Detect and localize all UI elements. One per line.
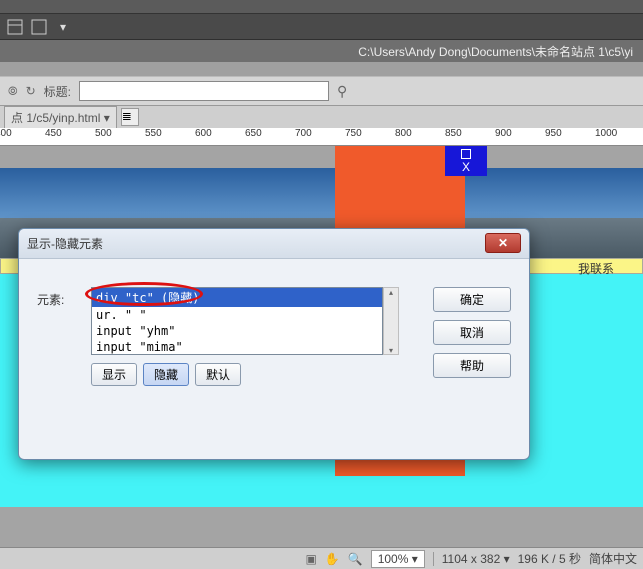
handle-x-label: X <box>462 160 470 174</box>
ruler-tick: 500 <box>95 128 112 139</box>
zoom-select[interactable]: 100% ▾ <box>371 550 425 568</box>
close-icon: ✕ <box>498 236 508 250</box>
list-item[interactable]: input "mima" <box>92 339 382 355</box>
layout-icon[interactable] <box>6 18 24 36</box>
list-item[interactable]: ur. " " <box>92 307 382 323</box>
ruler-tick: 450 <box>45 128 62 139</box>
dimensions-label: 1104 x 382 ▾ <box>442 552 510 566</box>
cancel-button[interactable]: 取消 <box>433 320 511 345</box>
default-button[interactable]: 默认 <box>195 363 241 386</box>
options-icon[interactable]: ≣ <box>121 108 139 126</box>
scroll-down-icon[interactable]: ▾ <box>384 346 398 354</box>
nav-contact-label: 我联系 <box>578 260 614 277</box>
ruler-tick: 700 <box>295 128 312 139</box>
close-handle[interactable]: X <box>445 146 487 176</box>
dialog-titlebar[interactable]: 显示-隐藏元素 ✕ <box>19 229 529 259</box>
icon-toolbar: ▾ <box>0 14 643 40</box>
wand-icon[interactable]: ⚲ <box>337 83 347 100</box>
ruler-tick: 400 <box>0 128 12 139</box>
property-toolbar: ⦾ ↻ 标题: ⚲ <box>0 76 643 106</box>
horizontal-ruler: 400 450 500 550 600 650 700 750 800 850 900 950 1000 <box>0 128 643 146</box>
size-time-label: 196 K / 5 秒 <box>518 550 581 567</box>
title-label: 标题: <box>44 83 71 100</box>
window-icon[interactable] <box>30 18 48 36</box>
help-button[interactable]: 帮助 <box>433 353 511 378</box>
ruler-tick: 950 <box>545 128 562 139</box>
ruler-tick: 750 <box>345 128 362 139</box>
ok-button[interactable]: 确定 <box>433 287 511 312</box>
status-bar: ▣ ✋ 🔍 100% ▾ 1104 x 382 ▾ 196 K / 5 秒 简体… <box>0 547 643 569</box>
ruler-tick: 900 <box>495 128 512 139</box>
dialog-close-button[interactable]: ✕ <box>485 233 521 253</box>
document-tab-row: 点 1/c5/yinp.html ▾ ≣ <box>0 106 643 128</box>
ruler-tick: 650 <box>245 128 262 139</box>
dialog-body: 元素: div "tc" (隐藏) ur. " " input "yhm" in… <box>19 259 529 459</box>
zoom-icon[interactable]: 🔍 <box>348 552 363 566</box>
title-input[interactable] <box>79 81 329 101</box>
hide-button[interactable]: 隐藏 <box>143 363 189 386</box>
list-item[interactable]: input "yhm" <box>92 323 382 339</box>
inspect-icon[interactable]: ⦾ <box>8 84 18 99</box>
ruler-tick: 1000 <box>595 128 617 139</box>
list-item[interactable]: div "tc" (隐藏) <box>92 288 382 307</box>
hand-icon[interactable]: ✋ <box>325 552 340 566</box>
document-path: C:\Users\Andy Dong\Documents\未命名站点 1\c5\… <box>358 43 633 60</box>
dialog-right-buttons: 确定 取消 帮助 <box>433 287 511 378</box>
element-listbox[interactable]: div "tc" (隐藏) ur. " " input "yhm" input … <box>91 287 383 355</box>
divider <box>433 552 434 566</box>
list-scrollbar[interactable]: ▴ ▾ <box>383 287 399 355</box>
ruler-tick: 600 <box>195 128 212 139</box>
ruler-tick: 550 <box>145 128 162 139</box>
ruler-tick: 800 <box>395 128 412 139</box>
document-path-bar: C:\Users\Andy Dong\Documents\未命名站点 1\c5\… <box>0 40 643 62</box>
document-tab[interactable]: 点 1/c5/yinp.html ▾ <box>4 106 117 129</box>
pointer-icon[interactable]: ▣ <box>305 552 316 566</box>
action-button-row: 显示 隐藏 默认 <box>91 363 241 386</box>
dropdown-icon[interactable]: ▾ <box>54 18 72 36</box>
dialog-title: 显示-隐藏元素 <box>27 235 103 252</box>
show-button[interactable]: 显示 <box>91 363 137 386</box>
app-topstrip <box>0 0 643 14</box>
element-label: 元素: <box>37 291 64 308</box>
scroll-up-icon[interactable]: ▴ <box>384 288 398 296</box>
refresh-icon[interactable]: ↻ <box>26 84 36 98</box>
ruler-tick: 850 <box>445 128 462 139</box>
show-hide-dialog: 显示-隐藏元素 ✕ 元素: div "tc" (隐藏) ur. " " inpu… <box>18 228 530 460</box>
encoding-label: 简体中文 <box>589 550 637 567</box>
sub-toolbar-strip <box>0 62 643 76</box>
handle-square-icon <box>461 149 471 159</box>
